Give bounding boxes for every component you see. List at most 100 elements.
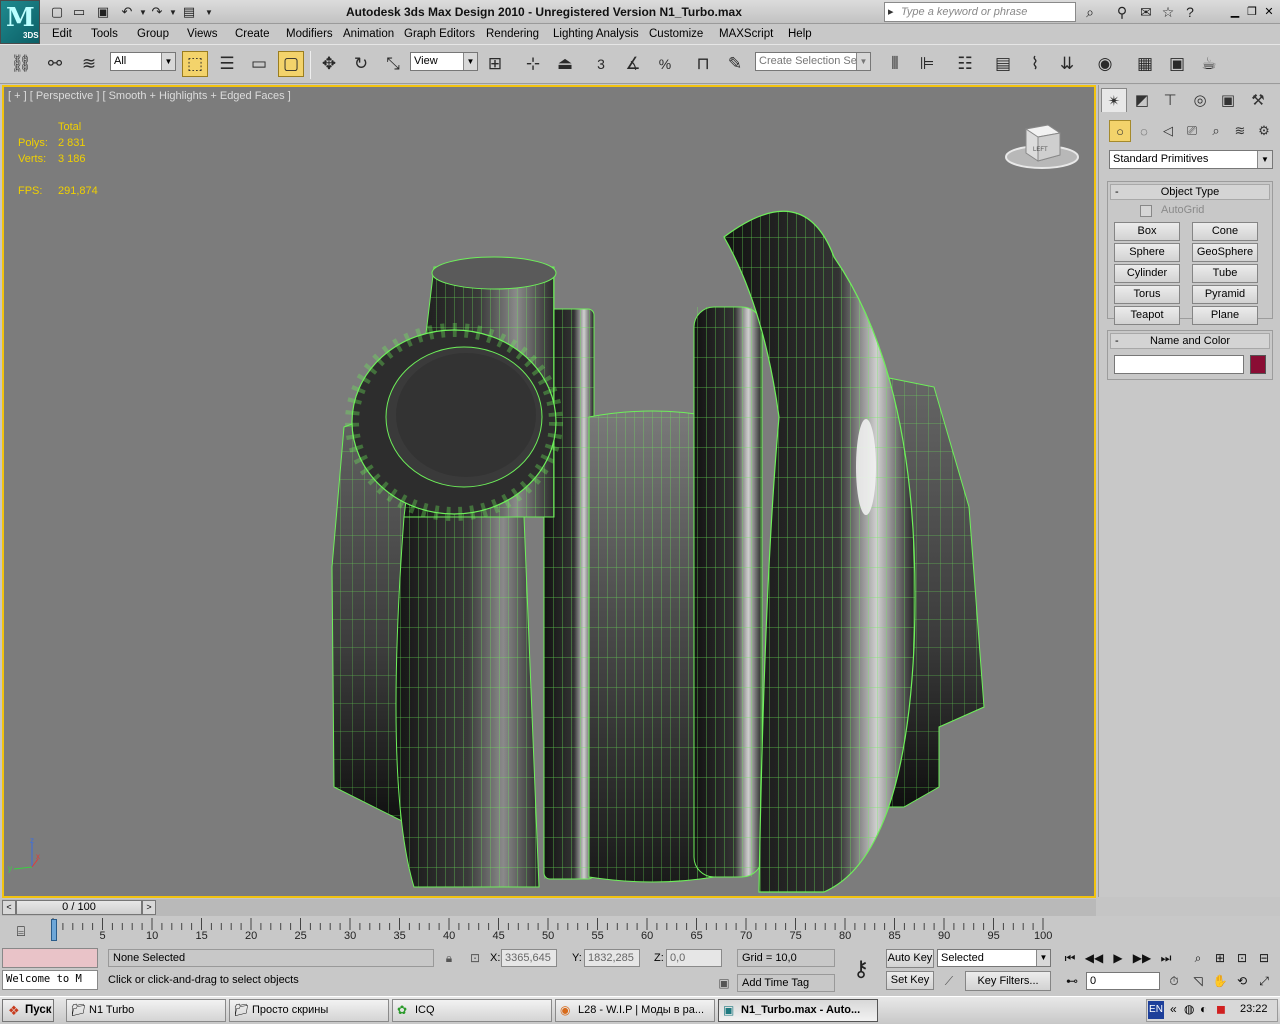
- application-button[interactable]: M 3DS: [0, 0, 40, 44]
- helpers-category-icon[interactable]: ⌕: [1205, 120, 1227, 142]
- edit-named-selection-icon[interactable]: ✎: [722, 51, 748, 77]
- key-mode-dropdown[interactable]: Selected ▼: [937, 949, 1051, 967]
- mini-curve-editor-icon[interactable]: ⌸: [10, 920, 32, 942]
- menu-create[interactable]: Create: [235, 28, 270, 40]
- close-button[interactable]: ✕: [1262, 4, 1276, 18]
- time-slider[interactable]: < 0 / 100 >: [2, 899, 1096, 916]
- object-name-input[interactable]: [1114, 355, 1244, 374]
- render-production-icon[interactable]: ☕: [1196, 51, 1222, 77]
- select-object-icon[interactable]: ⬚: [182, 51, 208, 77]
- hierarchy-tab-icon[interactable]: ⊤: [1157, 88, 1183, 112]
- open-file-icon[interactable]: ▭: [70, 3, 88, 21]
- taskbar-item-3dsmax[interactable]: ▣ N1_Turbo.max - Auto...: [718, 999, 878, 1022]
- subscription-key-icon[interactable]: ⚲: [1112, 3, 1132, 21]
- time-configuration-icon[interactable]: ⏱: [1164, 971, 1184, 991]
- menu-customize[interactable]: Customize: [649, 28, 703, 40]
- utilities-tab-icon[interactable]: ⚒: [1245, 88, 1271, 112]
- set-key-icon[interactable]: ⚷: [842, 954, 880, 984]
- zoom-extents-icon[interactable]: ⊡: [1232, 948, 1252, 968]
- maximize-viewport-icon[interactable]: ⤢: [1254, 971, 1274, 991]
- select-and-link-icon[interactable]: ⛓: [8, 51, 34, 77]
- go-to-end-icon[interactable]: ⏭: [1156, 948, 1176, 968]
- geometry-category-icon[interactable]: ○: [1109, 120, 1131, 142]
- graphite-ribbon-icon[interactable]: ▤: [990, 51, 1016, 77]
- menu-help[interactable]: Help: [788, 28, 812, 40]
- restore-button[interactable]: ❐: [1245, 4, 1259, 18]
- zoom-extents-all-icon[interactable]: ⊟: [1254, 948, 1274, 968]
- previous-frame-icon[interactable]: ◀◀: [1084, 948, 1104, 968]
- quick-access-dropdown-icon[interactable]: ▼: [200, 3, 218, 21]
- cone-button[interactable]: Cone: [1192, 222, 1258, 241]
- menu-lighting-analysis[interactable]: Lighting Analysis: [553, 28, 639, 40]
- selection-region-icon[interactable]: ▭: [246, 51, 272, 77]
- time-slider-prev-button[interactable]: <: [2, 900, 16, 915]
- maxscript-listener-output[interactable]: Welcome to M: [2, 970, 98, 990]
- minimize-button[interactable]: ▁: [1228, 4, 1242, 18]
- tray-volume-icon[interactable]: ◐: [1200, 1002, 1207, 1016]
- schematic-view-icon[interactable]: ⇊: [1054, 51, 1080, 77]
- display-tab-icon[interactable]: ▣: [1215, 88, 1241, 112]
- menu-maxscript[interactable]: MAXScript: [719, 28, 773, 40]
- cameras-category-icon[interactable]: ⎚: [1181, 120, 1203, 142]
- taskbar-item-n1-turbo[interactable]: 📁︎ N1 Turbo: [66, 999, 226, 1022]
- default-tangent-icon[interactable]: ⟋: [940, 972, 958, 990]
- key-mode-toggle-icon[interactable]: ⊷: [1062, 971, 1082, 991]
- x-coordinate-field[interactable]: 3365,645: [501, 949, 557, 967]
- select-and-manipulate-icon[interactable]: ⊹: [520, 51, 546, 77]
- zoom-all-icon[interactable]: ⊞: [1210, 948, 1230, 968]
- perspective-viewport[interactable]: [ + ] [ Perspective ] [ Smooth + Highlig…: [2, 85, 1096, 898]
- box-button[interactable]: Box: [1114, 222, 1180, 241]
- taskbar-item-screenshots[interactable]: 📁︎ Просто скрины: [229, 999, 389, 1022]
- systems-category-icon[interactable]: ⚙: [1253, 120, 1275, 142]
- maxscript-listener-input[interactable]: [2, 948, 98, 968]
- menu-edit[interactable]: Edit: [52, 28, 72, 40]
- save-file-icon[interactable]: ▣: [94, 3, 112, 21]
- select-by-name-icon[interactable]: ☰: [214, 51, 240, 77]
- teapot-button[interactable]: Teapot: [1114, 306, 1180, 325]
- lights-category-icon[interactable]: ◁: [1157, 120, 1179, 142]
- reference-coordinate-dropdown[interactable]: View ▼: [410, 52, 478, 71]
- mirror-icon[interactable]: ⫴: [882, 51, 908, 77]
- turbo-model-wireframe[interactable]: [4, 87, 1094, 896]
- auto-key-button[interactable]: Auto Key: [886, 949, 934, 968]
- y-coordinate-field[interactable]: 1832,285: [584, 949, 640, 967]
- taskbar-item-icq[interactable]: ✿ ICQ: [392, 999, 552, 1022]
- window-crossing-icon[interactable]: ▢: [278, 51, 304, 77]
- menu-rendering[interactable]: Rendering: [486, 28, 539, 40]
- favorites-star-icon[interactable]: ☆: [1158, 3, 1178, 21]
- select-and-rotate-icon[interactable]: ↻: [348, 51, 374, 77]
- field-of-view-icon[interactable]: ◹: [1188, 971, 1208, 991]
- project-folder-icon[interactable]: ▤: [180, 3, 198, 21]
- menu-tools[interactable]: Tools: [91, 28, 118, 40]
- communication-center-icon[interactable]: ✉: [1136, 3, 1156, 21]
- taskbar-item-browser[interactable]: ◉ L28 - W.I.P | Моды в ра...: [555, 999, 715, 1022]
- current-frame-field[interactable]: 0: [1086, 972, 1160, 990]
- z-coordinate-field[interactable]: 0,0: [666, 949, 722, 967]
- current-frame-marker[interactable]: [51, 919, 57, 941]
- primitive-type-dropdown[interactable]: Standard Primitives ▼: [1109, 150, 1273, 169]
- tube-button[interactable]: Tube: [1192, 264, 1258, 283]
- tray-antivirus-icon[interactable]: ◼: [1216, 1002, 1226, 1016]
- sphere-button[interactable]: Sphere: [1114, 243, 1180, 262]
- go-to-start-icon[interactable]: ⏮: [1060, 948, 1080, 968]
- infocenter-search-input[interactable]: Type a keyword or phrase: [884, 2, 1076, 22]
- create-tab-icon[interactable]: ✴: [1101, 88, 1127, 112]
- zoom-icon[interactable]: ⌕: [1188, 948, 1208, 968]
- pivot-center-icon[interactable]: ⊞: [482, 51, 508, 77]
- add-time-tag-button[interactable]: Add Time Tag: [737, 974, 835, 992]
- orbit-icon[interactable]: ⟲: [1232, 971, 1252, 991]
- curve-editor-icon[interactable]: ⌇: [1022, 51, 1048, 77]
- material-editor-icon[interactable]: ◉: [1092, 51, 1118, 77]
- select-and-scale-icon[interactable]: ⤡: [380, 51, 406, 77]
- menu-group[interactable]: Group: [137, 28, 169, 40]
- autogrid-checkbox[interactable]: [1140, 205, 1152, 217]
- menu-views[interactable]: Views: [187, 28, 217, 40]
- plane-button[interactable]: Plane: [1192, 306, 1258, 325]
- play-icon[interactable]: ▶: [1108, 948, 1128, 968]
- time-slider-thumb[interactable]: 0 / 100: [16, 900, 142, 915]
- object-type-rollout-header[interactable]: - Object Type: [1110, 184, 1270, 200]
- modify-tab-icon[interactable]: ◩: [1129, 88, 1155, 112]
- menu-graph-editors[interactable]: Graph Editors: [404, 28, 475, 40]
- percent-snap-icon[interactable]: %: [652, 51, 678, 77]
- snaps-toggle-icon[interactable]: 3: [588, 51, 614, 77]
